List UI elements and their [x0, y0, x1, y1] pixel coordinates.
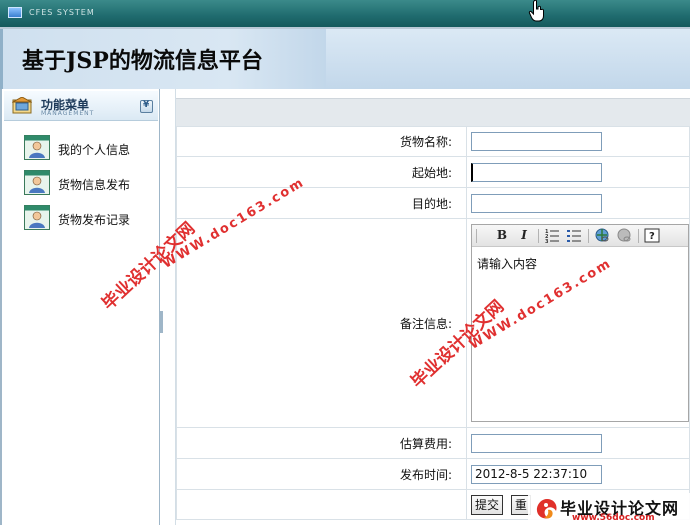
form-cell	[466, 126, 690, 157]
hand-cursor-icon	[528, 0, 544, 22]
form-row: 估算费用:	[176, 427, 690, 459]
form-row: 发布时间:	[176, 458, 690, 490]
goods-name-label: 货物名称:	[176, 126, 467, 157]
app-window: CFES SYSTEM 基于JSP的物流信息平台 功能菜单 MANAGEMENT…	[0, 0, 690, 525]
publish-time-input[interactable]	[471, 464, 602, 484]
form-cell	[466, 156, 690, 188]
system-name: CFES SYSTEM	[29, 8, 95, 17]
sidebar-item-label: 货物发布记录	[58, 213, 131, 227]
empty-label-cell	[176, 489, 467, 520]
user-card-icon	[24, 170, 50, 195]
watermark-logo: 毕业设计论文网 www.56doc.com	[528, 493, 690, 525]
estimated-cost-input[interactable]	[471, 433, 602, 453]
menu-subtitle: MANAGEMENT	[41, 110, 95, 117]
swirl-logo-icon	[536, 499, 557, 519]
estimated-cost-label: 估算费用:	[176, 427, 467, 459]
bold-button[interactable]: B	[494, 228, 510, 243]
svg-text:3: 3	[545, 239, 549, 243]
form-row: 备注信息: B I 1 2 3 ? 请输入内容	[176, 218, 690, 428]
italic-button[interactable]: I	[516, 228, 532, 243]
toolbar-separator	[538, 229, 539, 243]
toolbar-separator	[476, 229, 477, 243]
toolbar-separator	[638, 229, 639, 243]
sidebar-item-publish-goods[interactable]: 货物信息发布	[24, 170, 154, 196]
destination-label: 目的地:	[176, 187, 467, 219]
form-cell	[466, 458, 690, 490]
remarks-editor[interactable]: B I 1 2 3 ? 请输入内容	[471, 224, 689, 422]
publish-time-label: 发布时间:	[176, 458, 467, 490]
form-cell	[466, 187, 690, 219]
remarks-label: 备注信息:	[176, 218, 467, 428]
panel-splitter[interactable]	[160, 89, 176, 525]
form-header-bar	[176, 98, 690, 126]
goods-name-input[interactable]	[471, 132, 602, 151]
form-row: 货物名称:	[176, 126, 690, 157]
sidebar-item-my-info[interactable]: 我的个人信息	[24, 135, 154, 161]
unordered-list-icon[interactable]	[566, 228, 582, 243]
ordered-list-icon[interactable]: 1 2 3	[544, 228, 560, 243]
help-icon[interactable]: ?	[644, 228, 660, 243]
splitter-grip[interactable]	[160, 311, 163, 333]
goods-form: 货物名称: 起始地: 目的地: 备注信息: B I 1 2 3 ? 请输入内容 …	[176, 98, 690, 525]
page-title: 基于JSP的物流信息平台	[22, 48, 263, 74]
unlink-icon[interactable]	[616, 228, 632, 243]
page-header: 基于JSP的物流信息平台	[0, 27, 690, 89]
system-bar: CFES SYSTEM	[0, 0, 690, 27]
user-card-icon	[24, 135, 50, 160]
user-card-icon	[24, 205, 50, 230]
form-row: 起始地:	[176, 156, 690, 188]
toolbar-separator	[588, 229, 589, 243]
form-cell: B I 1 2 3 ? 请输入内容	[466, 218, 690, 428]
form-row: 目的地:	[176, 187, 690, 219]
form-cell	[466, 427, 690, 459]
menu-header: 功能菜单 MANAGEMENT ¥	[4, 91, 158, 121]
monitor-icon	[8, 7, 22, 18]
sidebar: 功能菜单 MANAGEMENT ¥ 我的个人信息 货物信息发布 货物发布记录	[0, 89, 160, 525]
origin-input[interactable]	[471, 162, 602, 182]
menu-home-icon	[12, 97, 32, 114]
sidebar-item-publish-records[interactable]: 货物发布记录	[24, 205, 154, 231]
chevron-down-icon: ¥	[143, 100, 150, 110]
form-table: 货物名称: 起始地: 目的地: 备注信息: B I 1 2 3 ? 请输入内容 …	[176, 126, 690, 520]
destination-input[interactable]	[471, 193, 602, 213]
header-edge	[0, 29, 3, 89]
link-icon[interactable]	[594, 228, 610, 243]
editor-content[interactable]: 请输入内容	[477, 255, 537, 272]
sidebar-item-label: 货物信息发布	[58, 178, 131, 192]
editor-toolbar: B I 1 2 3 ?	[472, 225, 688, 247]
collapse-menu-button[interactable]: ¥	[140, 100, 153, 113]
origin-label: 起始地:	[176, 156, 467, 188]
submit-button[interactable]: 提交	[471, 494, 504, 515]
svg-text:?: ?	[649, 231, 655, 242]
sidebar-item-label: 我的个人信息	[58, 143, 131, 157]
watermark-logo-url: www.56doc.com	[572, 513, 655, 523]
